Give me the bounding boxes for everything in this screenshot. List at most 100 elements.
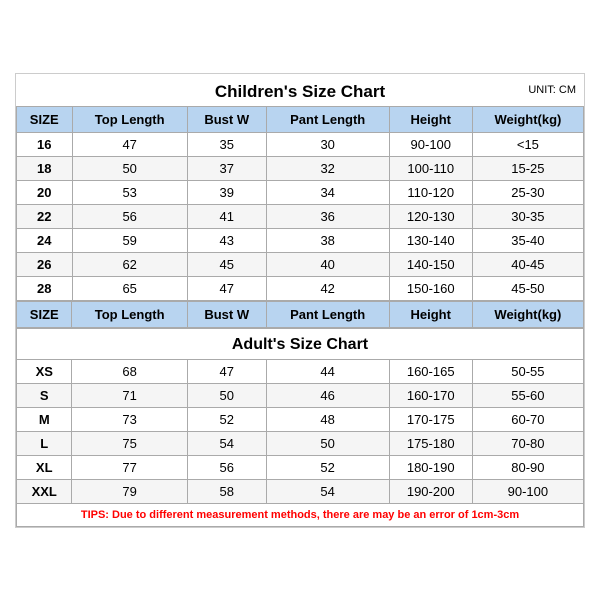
table-cell: L bbox=[17, 431, 72, 455]
table-cell: 18 bbox=[17, 156, 73, 180]
adult-col-header-pant-length: Pant Length bbox=[266, 301, 389, 328]
table-cell: 53 bbox=[72, 180, 187, 204]
table-cell: 44 bbox=[266, 359, 389, 383]
tips-row: TIPS: Due to different measurement metho… bbox=[17, 503, 584, 526]
children-size-table: SIZE Top Length Bust W Pant Length Heigh… bbox=[16, 106, 584, 301]
table-cell: 80-90 bbox=[472, 455, 583, 479]
children-title-text: Children's Size Chart bbox=[215, 82, 385, 101]
col-header-height: Height bbox=[389, 106, 472, 132]
adult-col-header-top-length: Top Length bbox=[72, 301, 187, 328]
adult-col-header-size: SIZE bbox=[17, 301, 72, 328]
table-cell: 38 bbox=[266, 228, 389, 252]
table-cell: 58 bbox=[187, 479, 266, 503]
table-cell: 20 bbox=[17, 180, 73, 204]
table-cell: 40-45 bbox=[472, 252, 583, 276]
table-cell: 68 bbox=[72, 359, 187, 383]
adult-col-header-height: Height bbox=[389, 301, 472, 328]
table-cell: XL bbox=[17, 455, 72, 479]
table-cell: 140-150 bbox=[389, 252, 472, 276]
tips-text: TIPS: Due to different measurement metho… bbox=[17, 503, 584, 526]
table-cell: 59 bbox=[72, 228, 187, 252]
table-cell: 34 bbox=[266, 180, 389, 204]
table-cell: 130-140 bbox=[389, 228, 472, 252]
table-cell: 180-190 bbox=[389, 455, 472, 479]
table-cell: 52 bbox=[266, 455, 389, 479]
table-row: 1647353090-100<15 bbox=[17, 132, 584, 156]
table-cell: 71 bbox=[72, 383, 187, 407]
children-table-header: SIZE Top Length Bust W Pant Length Heigh… bbox=[17, 106, 584, 132]
table-cell: 150-160 bbox=[389, 276, 472, 300]
table-cell: 47 bbox=[187, 276, 266, 300]
table-cell: 26 bbox=[17, 252, 73, 276]
table-cell: 28 bbox=[17, 276, 73, 300]
table-cell: 30-35 bbox=[472, 204, 583, 228]
adult-col-header-bust-w: Bust W bbox=[187, 301, 266, 328]
table-cell: 37 bbox=[187, 156, 266, 180]
table-cell: 120-130 bbox=[389, 204, 472, 228]
adult-col-header-weight: Weight(kg) bbox=[472, 301, 583, 328]
table-cell: 45-50 bbox=[472, 276, 583, 300]
table-cell: 90-100 bbox=[472, 479, 583, 503]
table-row: XS684744160-16550-55 bbox=[17, 359, 584, 383]
table-cell: 55-60 bbox=[472, 383, 583, 407]
table-cell: 62 bbox=[72, 252, 187, 276]
table-row: 18503732100-11015-25 bbox=[17, 156, 584, 180]
table-cell: 56 bbox=[72, 204, 187, 228]
table-cell: S bbox=[17, 383, 72, 407]
table-cell: 65 bbox=[72, 276, 187, 300]
table-cell: 77 bbox=[72, 455, 187, 479]
size-chart-container: Children's Size Chart UNIT: CM SIZE Top … bbox=[15, 73, 585, 528]
table-cell: 25-30 bbox=[472, 180, 583, 204]
col-header-bust-w: Bust W bbox=[187, 106, 266, 132]
table-row: 22564136120-13030-35 bbox=[17, 204, 584, 228]
table-row: S715046160-17055-60 bbox=[17, 383, 584, 407]
table-cell: <15 bbox=[472, 132, 583, 156]
table-row: XL775652180-19080-90 bbox=[17, 455, 584, 479]
children-chart-title: Children's Size Chart UNIT: CM bbox=[16, 74, 584, 106]
table-row: XXL795854190-20090-100 bbox=[17, 479, 584, 503]
table-row: L755450175-18070-80 bbox=[17, 431, 584, 455]
table-cell: M bbox=[17, 407, 72, 431]
table-cell: 41 bbox=[187, 204, 266, 228]
table-cell: 42 bbox=[266, 276, 389, 300]
table-cell: XS bbox=[17, 359, 72, 383]
table-cell: 39 bbox=[187, 180, 266, 204]
table-cell: 35 bbox=[187, 132, 266, 156]
table-cell: 190-200 bbox=[389, 479, 472, 503]
table-cell: 90-100 bbox=[389, 132, 472, 156]
table-cell: 79 bbox=[72, 479, 187, 503]
col-header-top-length: Top Length bbox=[72, 106, 187, 132]
table-row: 24594338130-14035-40 bbox=[17, 228, 584, 252]
unit-label: UNIT: CM bbox=[528, 84, 576, 96]
table-cell: 160-165 bbox=[389, 359, 472, 383]
table-cell: 175-180 bbox=[389, 431, 472, 455]
table-cell: 54 bbox=[187, 431, 266, 455]
table-cell: 160-170 bbox=[389, 383, 472, 407]
table-cell: 47 bbox=[72, 132, 187, 156]
table-cell: 50 bbox=[187, 383, 266, 407]
table-cell: 100-110 bbox=[389, 156, 472, 180]
table-row: 20533934110-12025-30 bbox=[17, 180, 584, 204]
table-cell: 75 bbox=[72, 431, 187, 455]
col-header-weight: Weight(kg) bbox=[472, 106, 583, 132]
table-cell: 16 bbox=[17, 132, 73, 156]
table-cell: 50-55 bbox=[472, 359, 583, 383]
table-cell: 35-40 bbox=[472, 228, 583, 252]
adult-size-table: Adult's Size Chart SIZE Top Length Bust … bbox=[16, 301, 584, 527]
table-cell: 47 bbox=[187, 359, 266, 383]
table-cell: 32 bbox=[266, 156, 389, 180]
table-cell: 48 bbox=[266, 407, 389, 431]
table-cell: 54 bbox=[266, 479, 389, 503]
table-cell: 36 bbox=[266, 204, 389, 228]
table-cell: 56 bbox=[187, 455, 266, 479]
table-cell: 40 bbox=[266, 252, 389, 276]
table-cell: 43 bbox=[187, 228, 266, 252]
table-cell: 110-120 bbox=[389, 180, 472, 204]
table-cell: 22 bbox=[17, 204, 73, 228]
adult-chart-title: Adult's Size Chart bbox=[17, 328, 584, 360]
table-cell: 60-70 bbox=[472, 407, 583, 431]
table-cell: 70-80 bbox=[472, 431, 583, 455]
table-cell: 15-25 bbox=[472, 156, 583, 180]
table-cell: 50 bbox=[266, 431, 389, 455]
table-cell: 46 bbox=[266, 383, 389, 407]
